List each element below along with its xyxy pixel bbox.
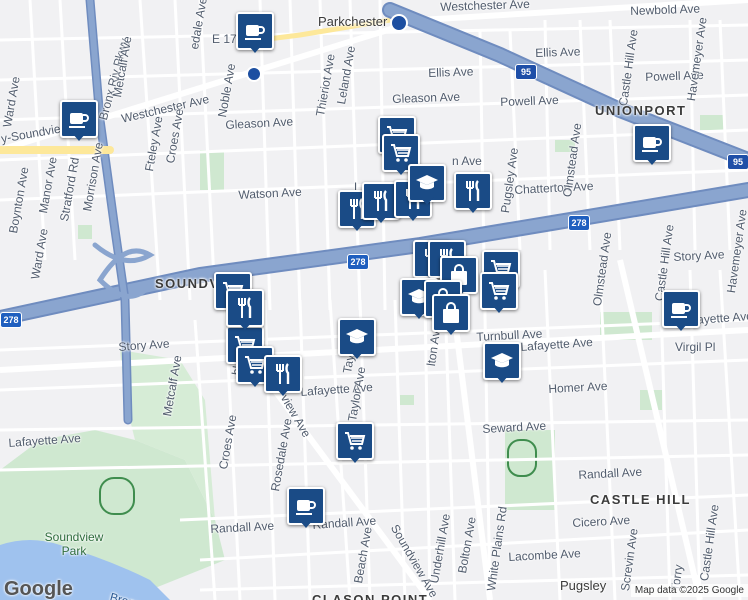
fork-knife-marker[interactable] — [454, 172, 492, 213]
street-label: Powell Ave — [500, 92, 559, 109]
graduation-cap-marker[interactable] — [483, 342, 521, 383]
park-label: Soundview Park — [44, 530, 104, 558]
fork-knife-marker[interactable] — [362, 182, 400, 223]
fork-knife-marker[interactable] — [226, 289, 264, 330]
cafe-marker[interactable] — [633, 124, 671, 165]
graduation-cap-marker[interactable] — [338, 318, 376, 359]
shopping-cart-marker[interactable] — [480, 272, 518, 313]
map-canvas[interactable]: Westchester Ave Newbold Ave Ellis Ave El… — [0, 0, 748, 600]
interstate-278-shield: 278 — [0, 312, 22, 328]
area-label: Parkchester — [318, 14, 388, 29]
interstate-278-shield: 278 — [568, 215, 590, 231]
area-label: UNIONPORT — [595, 103, 687, 118]
interstate-278-shield: 278 — [347, 254, 369, 270]
map-attribution: Map data ©2025 Google — [630, 584, 748, 597]
street-label: Ellis Ave — [535, 44, 581, 60]
subway-icon[interactable] — [246, 66, 262, 82]
graduation-cap-marker[interactable] — [408, 164, 446, 205]
interstate-95-shield: 95 — [727, 154, 748, 170]
street-label: Story Ave — [673, 247, 725, 264]
shopping-bag-marker[interactable] — [432, 294, 470, 335]
street-label: Gleason Ave — [392, 89, 461, 106]
interstate-95-shield: 95 — [515, 64, 537, 80]
cafe-marker[interactable] — [287, 487, 325, 528]
area-label: CASTLE HILL — [590, 492, 691, 507]
cafe-marker[interactable] — [236, 12, 274, 53]
cafe-marker[interactable] — [662, 290, 700, 331]
google-logo: Google — [4, 578, 73, 600]
street-label: Ellis Ave — [428, 64, 474, 80]
street-label: Newbold Ave — [630, 1, 701, 18]
area-label: Pugsley — [560, 578, 607, 593]
subway-icon[interactable] — [390, 14, 408, 32]
street-label: n Ave — [452, 154, 482, 168]
street-label: Virgil Pl — [675, 340, 716, 354]
shopping-cart-marker[interactable] — [336, 422, 374, 463]
cafe-marker[interactable] — [60, 100, 98, 141]
fork-knife-marker[interactable] — [264, 355, 302, 396]
area-label: CLASON POINT — [312, 592, 429, 600]
